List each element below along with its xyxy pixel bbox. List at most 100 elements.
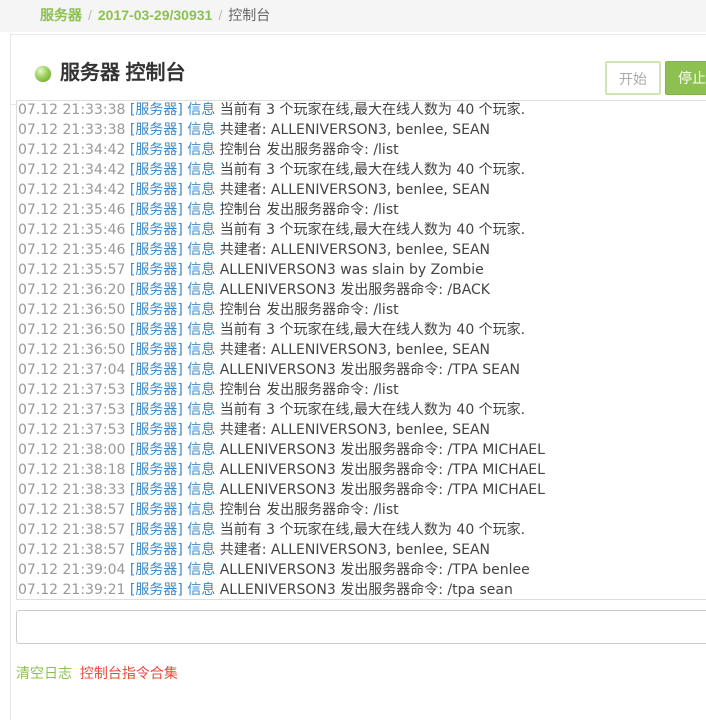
log-timestamp: 07.12 21:34:42	[18, 162, 126, 178]
log-message: 当前有 3 个玩家在线,最大在线人数为 40 个玩家.	[219, 222, 526, 238]
page-title: 服务器 控制台	[60, 62, 186, 84]
start-button[interactable]: 开始	[605, 61, 661, 95]
log-line: 07.12 21:38:57 [服务器] 信息 控制台 发出服务器命令: /li…	[17, 500, 706, 520]
log-message: 当前有 3 个玩家在线,最大在线人数为 40 个玩家.	[219, 522, 526, 538]
log-level: 信息	[187, 462, 216, 478]
log-source-tag: [服务器]	[129, 262, 183, 278]
log-level: 信息	[187, 542, 216, 558]
log-message: ALLENIVERSON3 发出服务器命令: /TPA benlee	[219, 562, 530, 578]
log-level: 信息	[187, 182, 216, 198]
log-line: 07.12 21:38:57 [服务器] 信息 共建者: ALLENIVERSO…	[17, 540, 706, 560]
log-line: 07.12 21:38:00 [服务器] 信息 ALLENIVERSON3 发出…	[17, 440, 706, 460]
log-level: 信息	[187, 122, 216, 138]
log-line: 07.12 21:38:57 [服务器] 信息 当前有 3 个玩家在线,最大在线…	[17, 520, 706, 540]
log-message: 控制台 发出服务器命令: /list	[219, 502, 399, 518]
log-timestamp: 07.12 21:35:57	[18, 262, 126, 278]
log-line: 07.12 21:38:33 [服务器] 信息 ALLENIVERSON3 发出…	[17, 480, 706, 500]
breadcrumb-separator: /	[88, 7, 92, 23]
log-message: 共建者: ALLENIVERSON3, benlee, SEAN	[219, 242, 491, 258]
log-source-tag: [服务器]	[129, 162, 183, 178]
log-level: 信息	[187, 522, 216, 538]
log-level: 信息	[187, 262, 216, 278]
log-level: 信息	[187, 562, 216, 578]
log-timestamp: 07.12 21:35:46	[18, 202, 126, 218]
log-source-tag: [服务器]	[129, 282, 183, 298]
log-message: 共建者: ALLENIVERSON3, benlee, SEAN	[219, 122, 491, 138]
log-message: ALLENIVERSON3 was slain by Zombie	[219, 262, 484, 278]
log-source-tag: [服务器]	[129, 542, 183, 558]
log-message: ALLENIVERSON3 发出服务器命令: /BACK	[219, 282, 490, 298]
log-source-tag: [服务器]	[129, 422, 183, 438]
log-timestamp: 07.12 21:37:04	[18, 362, 126, 378]
stop-button[interactable]: 停止	[665, 61, 706, 95]
breadcrumb: 服务器 / 2017-03-29/30931 / 控制台	[0, 0, 706, 32]
log-level: 信息	[187, 342, 216, 358]
log-line: 07.12 21:39:21 [服务器] 信息 ALLENIVERSON3 发出…	[17, 580, 706, 599]
log-line: 07.12 21:35:57 [服务器] 信息 ALLENIVERSON3 wa…	[17, 260, 706, 280]
log-level: 信息	[187, 302, 216, 318]
log-timestamp: 07.12 21:35:46	[18, 242, 126, 258]
log-timestamp: 07.12 21:38:00	[18, 442, 126, 458]
breadcrumb-link-server[interactable]: 服务器	[40, 7, 82, 23]
log-timestamp: 07.12 21:35:46	[18, 222, 126, 238]
log-source-tag: [服务器]	[129, 142, 183, 158]
log-line: 07.12 21:36:50 [服务器] 信息 控制台 发出服务器命令: /li…	[17, 300, 706, 320]
log-message: 当前有 3 个玩家在线,最大在线人数为 40 个玩家.	[219, 102, 526, 118]
log-source-tag: [服务器]	[129, 582, 183, 598]
command-input[interactable]	[16, 610, 706, 644]
log-level: 信息	[187, 362, 216, 378]
log-source-tag: [服务器]	[129, 342, 183, 358]
log-source-tag: [服务器]	[129, 102, 183, 118]
log-timestamp: 07.12 21:38:18	[18, 462, 126, 478]
log-line: 07.12 21:35:46 [服务器] 信息 当前有 3 个玩家在线,最大在线…	[17, 220, 706, 240]
log-level: 信息	[187, 242, 216, 258]
log-line: 07.12 21:38:18 [服务器] 信息 ALLENIVERSON3 发出…	[17, 460, 706, 480]
log-timestamp: 07.12 21:33:38	[18, 122, 126, 138]
clear-log-link[interactable]: 清空日志	[16, 665, 72, 681]
log-message: 控制台 发出服务器命令: /list	[219, 302, 399, 318]
log-level: 信息	[187, 222, 216, 238]
log-source-tag: [服务器]	[129, 202, 183, 218]
console-output[interactable]: 07.12 21:33:38 [服务器] 信息 当前有 3 个玩家在线,最大在线…	[16, 100, 706, 600]
log-level: 信息	[187, 402, 216, 418]
log-message: 共建者: ALLENIVERSON3, benlee, SEAN	[219, 422, 491, 438]
log-timestamp: 07.12 21:37:53	[18, 382, 126, 398]
log-line: 07.12 21:33:38 [服务器] 信息 当前有 3 个玩家在线,最大在线…	[17, 101, 706, 120]
log-timestamp: 07.12 21:34:42	[18, 142, 126, 158]
log-message: 控制台 发出服务器命令: /list	[219, 142, 399, 158]
log-line: 07.12 21:35:46 [服务器] 信息 控制台 发出服务器命令: /li…	[17, 200, 706, 220]
log-timestamp: 07.12 21:37:53	[18, 422, 126, 438]
log-line: 07.12 21:37:04 [服务器] 信息 ALLENIVERSON3 发出…	[17, 360, 706, 380]
log-timestamp: 07.12 21:36:50	[18, 342, 126, 358]
log-line: 07.12 21:34:42 [服务器] 信息 控制台 发出服务器命令: /li…	[17, 140, 706, 160]
log-source-tag: [服务器]	[129, 482, 183, 498]
log-timestamp: 07.12 21:36:20	[18, 282, 126, 298]
log-message: ALLENIVERSON3 发出服务器命令: /TPA MICHAEL	[219, 482, 545, 498]
log-message: 控制台 发出服务器命令: /list	[219, 202, 399, 218]
log-timestamp: 07.12 21:36:50	[18, 302, 126, 318]
console-lines: 07.12 21:33:38 [服务器] 信息 当前有 3 个玩家在线,最大在线…	[17, 101, 706, 599]
log-level: 信息	[187, 282, 216, 298]
log-level: 信息	[187, 422, 216, 438]
log-source-tag: [服务器]	[129, 562, 183, 578]
log-source-tag: [服务器]	[129, 242, 183, 258]
log-timestamp: 07.12 21:33:38	[18, 102, 126, 118]
log-source-tag: [服务器]	[129, 442, 183, 458]
breadcrumb-current: 控制台	[228, 7, 271, 23]
log-level: 信息	[187, 382, 216, 398]
log-timestamp: 07.12 21:39:21	[18, 582, 126, 598]
log-line: 07.12 21:36:20 [服务器] 信息 ALLENIVERSON3 发出…	[17, 280, 706, 300]
console-commands-link[interactable]: 控制台指令合集	[80, 665, 178, 681]
log-timestamp: 07.12 21:38:57	[18, 542, 126, 558]
log-line: 07.12 21:34:42 [服务器] 信息 当前有 3 个玩家在线,最大在线…	[17, 160, 706, 180]
log-message: 共建者: ALLENIVERSON3, benlee, SEAN	[219, 542, 491, 558]
log-level: 信息	[187, 142, 216, 158]
log-level: 信息	[187, 502, 216, 518]
log-source-tag: [服务器]	[129, 122, 183, 138]
log-source-tag: [服务器]	[129, 522, 183, 538]
log-message: ALLENIVERSON3 发出服务器命令: /TPA SEAN	[219, 362, 521, 378]
log-source-tag: [服务器]	[129, 462, 183, 478]
log-message: ALLENIVERSON3 发出服务器命令: /TPA MICHAEL	[219, 462, 545, 478]
breadcrumb-link-instance[interactable]: 2017-03-29/30931	[98, 7, 212, 23]
log-message: 共建者: ALLENIVERSON3, benlee, SEAN	[219, 342, 491, 358]
